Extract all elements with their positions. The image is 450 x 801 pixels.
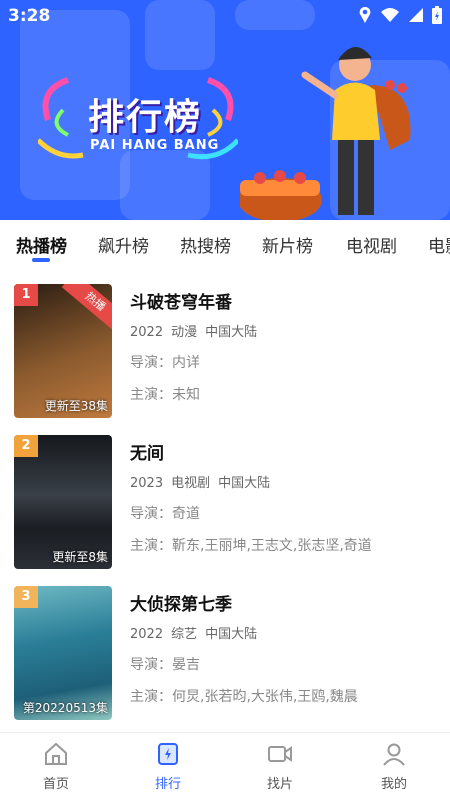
item-year: 2023 [130, 476, 164, 491]
tab-hot-search[interactable]: 热搜榜 [180, 232, 231, 257]
item-title[interactable]: 无间 [130, 439, 440, 464]
item-genre: 综艺 [171, 627, 198, 642]
item-director: 导演：内详 [130, 355, 200, 371]
list-item[interactable]: 1 热播 更新至38集 斗破苍穹年番 2022 动漫 中国大陆 导演：内详 主演：未… [0, 270, 450, 418]
ranking-icon [158, 743, 178, 765]
episode-label: 更新至38集 [44, 399, 108, 413]
rank-badge: 1 [14, 284, 38, 306]
active-tab-indicator [32, 258, 50, 262]
nav-profile-label: 我的 [380, 777, 407, 792]
item-genre: 动漫 [171, 325, 198, 340]
banner-illustration [240, 46, 411, 220]
item-region: 中国大陆 [205, 325, 258, 340]
status-time: 3:28 [8, 6, 51, 26]
tab-rising[interactable]: 飙升榜 [98, 232, 149, 257]
list-item[interactable]: 3 第20220513集 大侦探第七季 2022 综艺 中国大陆 导演：晏吉 主演：… [0, 572, 450, 720]
poster-image[interactable]: 2 更新至8集 [14, 435, 112, 569]
tab-tv-series[interactable]: 电视剧 [346, 232, 397, 257]
user-icon [383, 743, 405, 766]
item-region: 中国大陆 [218, 476, 271, 491]
category-tabs: 热播榜 飙升榜 热搜榜 新片榜 电视剧 电影 [0, 220, 450, 270]
item-title[interactable]: 大侦探第七季 [130, 590, 440, 615]
nav-ranking[interactable]: 排行 [128, 741, 208, 792]
status-bar: 3:28 [0, 0, 450, 32]
tab-hot-playing[interactable]: 热播榜 [16, 232, 67, 257]
banner-logo: 排行榜 PAI HANG BANG [38, 70, 238, 170]
banner-title: 排行榜 [88, 97, 203, 138]
item-actors: 主演：靳东,王丽坤,王志文,张志坚,奇道 [130, 538, 372, 554]
rank-badge: 2 [14, 435, 38, 457]
nav-ranking-label: 排行 [154, 777, 181, 792]
banner-subtitle: PAI HANG BANG [90, 138, 220, 153]
nav-find-label: 找片 [266, 777, 293, 792]
item-director: 导演：奇道 [130, 506, 200, 522]
list-item[interactable]: 2 更新至8集 无间 2023 电视剧 中国大陆 导演：奇道 主演：靳东,王丽坤,王… [0, 421, 450, 569]
poster-image[interactable]: 3 第20220513集 [14, 586, 112, 720]
item-director: 导演：晏吉 [130, 657, 200, 673]
ranking-list: 1 热播 更新至38集 斗破苍穹年番 2022 动漫 中国大陆 导演：内详 主演：未… [0, 270, 450, 732]
hot-badge: 热播 [61, 284, 112, 333]
battery-icon [432, 6, 442, 24]
home-icon [45, 742, 67, 765]
nav-home-label: 首页 [42, 777, 69, 792]
tab-movie[interactable]: 电影 [428, 232, 450, 257]
item-genre: 电视剧 [171, 476, 211, 491]
item-actors: 主演：何炅,张若昀,大张伟,王鸥,魏晨 [130, 689, 358, 705]
episode-label: 第20220513集 [22, 701, 108, 715]
poster-image[interactable]: 1 热播 更新至38集 [14, 284, 112, 418]
item-title[interactable]: 斗破苍穹年番 [130, 288, 440, 313]
ranking-banner: 排行榜 PAI HANG BANG [0, 0, 450, 220]
nav-profile[interactable]: 我的 [354, 741, 434, 792]
item-region: 中国大陆 [205, 627, 258, 642]
item-year: 2022 [130, 325, 164, 340]
nav-find[interactable]: 找片 [240, 741, 320, 792]
item-actors: 主演：未知 [130, 387, 200, 403]
tab-new-release[interactable]: 新片榜 [262, 232, 313, 257]
wifi-icon [381, 8, 399, 22]
signal-icon [409, 8, 423, 22]
video-icon [268, 746, 292, 762]
location-icon [359, 7, 371, 23]
item-year: 2022 [130, 627, 164, 642]
bottom-navigation: 首页 排行 找片 我的 [0, 732, 450, 801]
nav-home[interactable]: 首页 [16, 741, 96, 792]
rank-badge: 3 [14, 586, 38, 608]
episode-label: 更新至8集 [52, 550, 108, 564]
